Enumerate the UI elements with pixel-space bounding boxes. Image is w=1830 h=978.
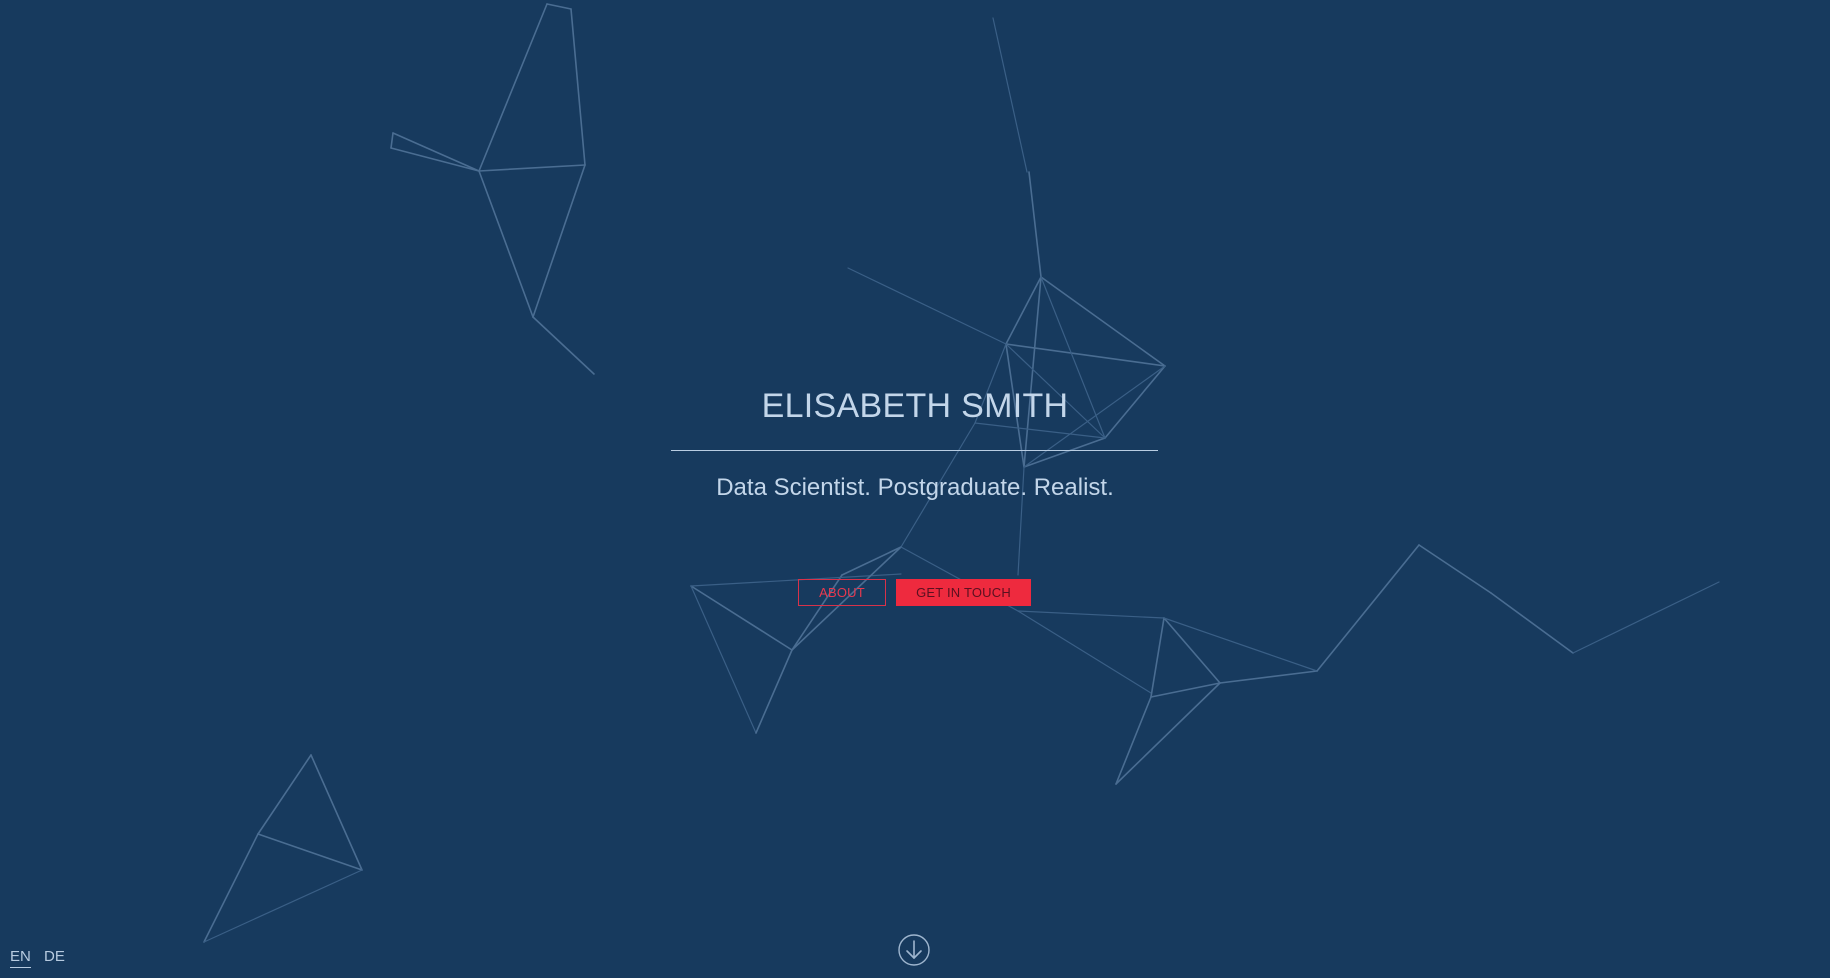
language-option-de[interactable]: DE — [44, 948, 65, 965]
landing-page: ELISABETH SMITH Data Scientist. Postgrad… — [0, 0, 1830, 978]
language-option-en[interactable]: EN — [10, 948, 31, 968]
about-button[interactable]: ABOUT — [798, 579, 886, 606]
get-in-touch-button[interactable]: GET IN TOUCH — [896, 579, 1031, 606]
hero-tagline: Data Scientist. Postgraduate. Realist. — [716, 474, 1114, 501]
arrow-down-circle-icon[interactable] — [898, 934, 930, 966]
title-divider — [671, 450, 1158, 451]
page-title: ELISABETH SMITH — [761, 387, 1069, 425]
